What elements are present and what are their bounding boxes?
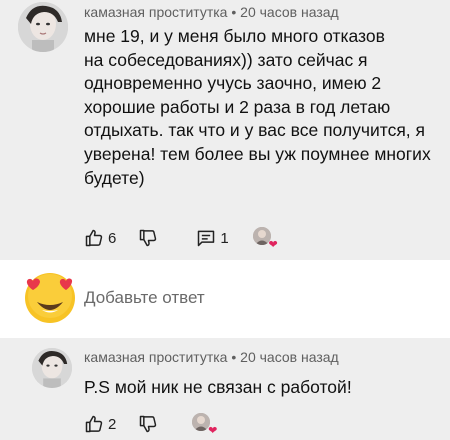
comment-text: P.S мой ник не связан с работой! [84,376,444,400]
comment-thread-item: камазная проститутка • 20 часов назад мн… [0,0,450,260]
meta-separator: • [231,4,237,20]
comment-author[interactable]: камазная проститутка [84,4,227,20]
creator-heart: ❤ [252,227,278,251]
comment-line: уверена! тем более вы уж поумнее многих [84,143,431,164]
reply-button[interactable]: 1 [196,228,229,248]
comment-meta: камазная проститутка • 20 часов назад [84,4,339,20]
avatar[interactable] [32,348,72,388]
comment-meta: камазная проститутка • 20 часов назад [84,349,339,365]
dislike-button[interactable] [138,228,158,248]
comment-icon [198,230,215,247]
comment-line: мне 19, и у меня было много отказов [84,26,385,46]
comment-line: одновременно учусь заочно, имею 2 [84,73,382,94]
meta-separator: • [231,349,237,365]
comment-actions: 2 ❤ [84,412,218,437]
thumbs-up-icon [85,415,103,433]
heart-icon: ❤ [208,425,218,437]
reply-input[interactable]: Добавьте ответ [84,288,205,308]
like-count: 6 [108,229,117,247]
like-button[interactable]: 6 [84,228,116,248]
comment-line: P.S мой ник не связан с работой! [84,377,352,397]
like-count: 2 [108,415,117,433]
comment-author[interactable]: камазная проститутка [84,349,227,365]
comment-text: мне 19, и у меня было много отказов на с… [84,25,444,190]
reply-count: 1 [220,229,229,247]
comment-actions: 6 1 ❤ [84,226,278,251]
heart-eyes-emoji-icon[interactable] [22,270,78,326]
thumbs-up-icon [85,229,103,247]
comment-time[interactable]: 20 часов назад [240,4,339,20]
comment-thread-item: камазная проститутка • 20 часов назад P.… [0,338,450,440]
avatar[interactable] [18,2,68,52]
like-button[interactable]: 2 [84,414,116,434]
comment-line: отдыхать. так что и у вас все получится,… [84,120,425,141]
creator-heart: ❤ [192,413,218,437]
thumbs-down-icon [140,415,157,433]
comment-line: будете) [84,167,145,188]
comment-line: на собеседованиях)) зато сейчас я [84,49,368,70]
dislike-button[interactable] [138,414,158,434]
reply-composer: Добавьте ответ [0,260,450,338]
heart-icon: ❤ [268,239,278,251]
comment-line: хорошие работы и 2 раза в год летаю [84,96,391,117]
thumbs-down-icon [140,229,157,247]
comment-time[interactable]: 20 часов назад [240,349,339,365]
